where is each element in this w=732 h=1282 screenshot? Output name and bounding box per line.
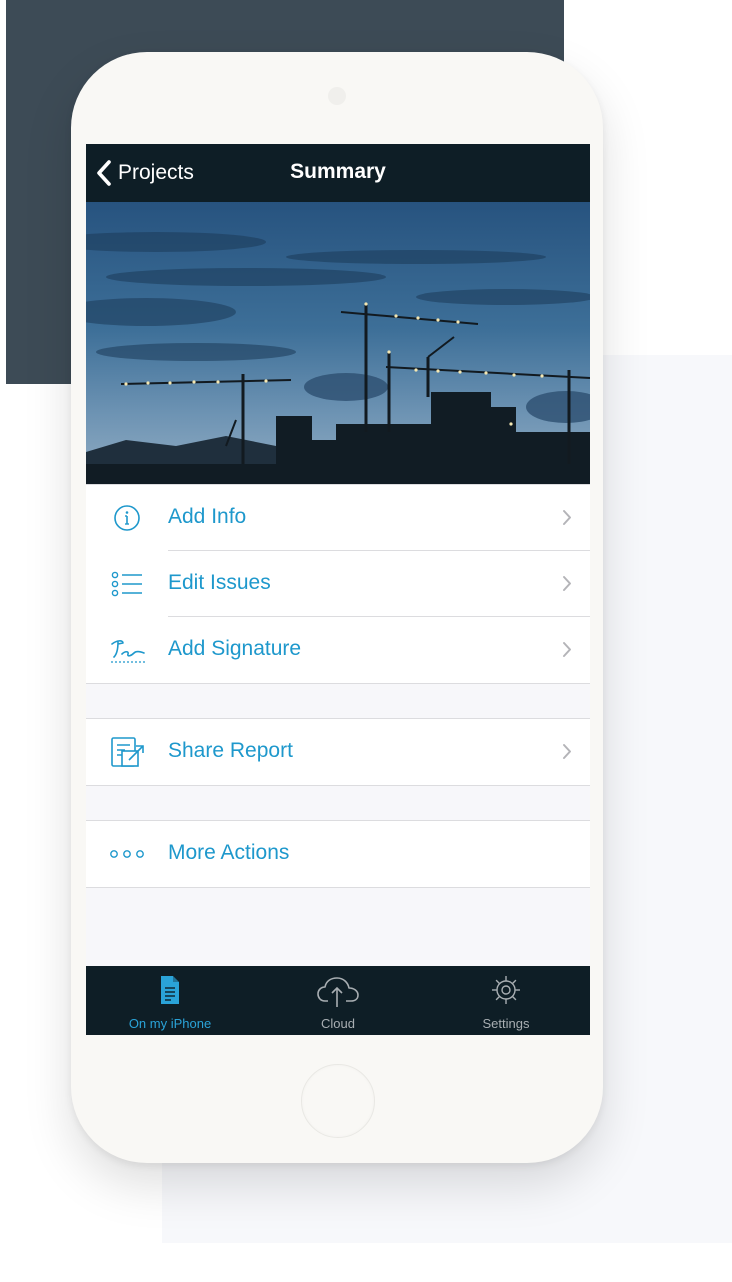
- list-icon: [111, 571, 142, 597]
- chevron-right-icon: [563, 642, 571, 657]
- navigation-bar: Projects Summary: [86, 144, 590, 202]
- tab-settings[interactable]: Settings: [422, 966, 590, 1035]
- tab-cloud[interactable]: Cloud: [254, 966, 422, 1035]
- share-report-row[interactable]: Share Report: [86, 719, 590, 785]
- summary-actions-list: Add Info Edit Issues Add Signature: [86, 484, 590, 684]
- add-info-row[interactable]: Add Info: [86, 485, 590, 551]
- construction-photo: [86, 202, 590, 484]
- tab-on-my-iphone[interactable]: On my iPhone: [86, 966, 254, 1035]
- edit-issues-label: Edit Issues: [168, 571, 271, 594]
- tab-cloud-label: Cloud: [321, 1016, 355, 1031]
- chevron-right-icon: [563, 744, 571, 759]
- page-title: Summary: [290, 160, 386, 183]
- camera: [328, 87, 346, 105]
- signature-icon: [111, 640, 145, 663]
- tab-bar: On my iPhone Cloud Settings: [86, 966, 590, 1035]
- gear-icon: [492, 976, 520, 1004]
- share-section: Share Report: [86, 718, 590, 786]
- share-report-icon: [111, 737, 144, 767]
- more-actions-label: More Actions: [168, 841, 290, 864]
- share-report-label: Share Report: [168, 739, 293, 762]
- cloud-icon: [317, 977, 359, 1007]
- edit-issues-row[interactable]: Edit Issues: [86, 551, 590, 617]
- home-button[interactable]: [301, 1064, 375, 1138]
- more-actions-row[interactable]: More Actions: [86, 821, 590, 887]
- add-signature-row[interactable]: Add Signature: [86, 617, 590, 683]
- chevron-right-icon: [563, 576, 571, 591]
- add-signature-label: Add Signature: [168, 637, 302, 660]
- tab-on-my-iphone-label: On my iPhone: [128, 1016, 212, 1031]
- more-section: More Actions: [86, 820, 590, 888]
- more-icon: [110, 850, 144, 858]
- app-screen: Projects Summary Add Info Edit Issues Ad…: [86, 144, 590, 1035]
- info-icon: [114, 505, 140, 531]
- add-info-label: Add Info: [168, 505, 247, 528]
- tab-settings-label: Settings: [482, 1016, 530, 1031]
- chevron-right-icon: [563, 510, 571, 525]
- document-icon: [161, 976, 179, 1004]
